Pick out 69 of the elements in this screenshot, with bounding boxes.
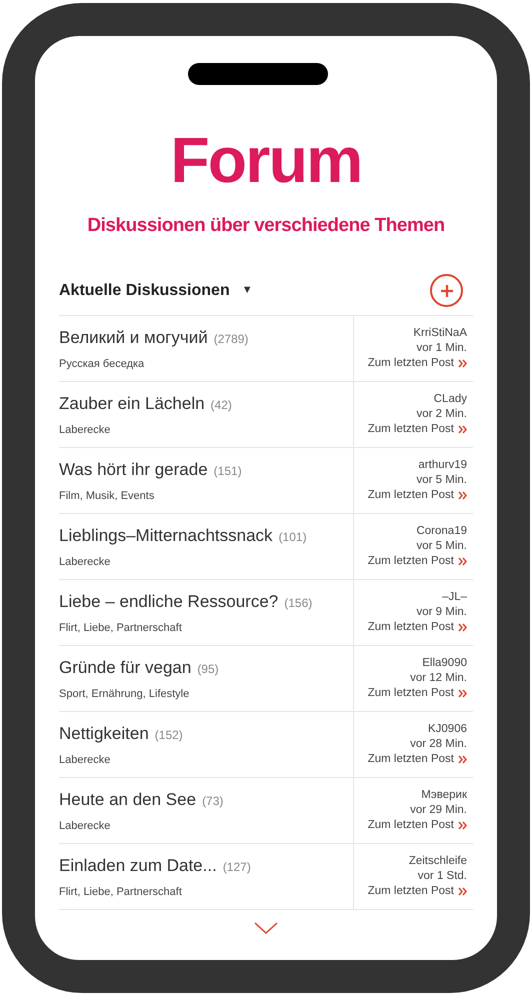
time-ago: vor 28 Min. — [410, 737, 467, 752]
last-post-link[interactable]: Zum letzten Post — [368, 818, 454, 833]
double-chevron-icon — [458, 623, 467, 632]
username: arthurv19 — [418, 458, 467, 473]
post-count: (2789) — [214, 331, 248, 348]
last-post-link[interactable]: Zum letzten Post — [368, 884, 454, 899]
last-post-link[interactable]: Zum letzten Post — [368, 356, 454, 371]
time-ago: vor 29 Min. — [410, 803, 467, 818]
time-ago: vor 5 Min. — [416, 473, 467, 488]
username: –JL– — [442, 590, 467, 605]
username: KrriStiNaA — [413, 326, 467, 341]
discussion-title[interactable]: Lieblings–Mitternachtssnack — [59, 523, 273, 548]
username: CLady — [434, 392, 467, 407]
last-post-link[interactable]: Zum letzten Post — [368, 554, 454, 569]
double-chevron-icon — [458, 887, 467, 896]
dropdown-toggle[interactable]: ▼ — [242, 282, 253, 299]
username: Мэверик — [421, 788, 467, 803]
discussion-title[interactable]: Liebe – endliche Ressource? — [59, 589, 278, 614]
add-icon[interactable] — [430, 274, 463, 307]
category-label: Русская беседка — [59, 356, 146, 372]
post-count: (73) — [202, 793, 224, 810]
double-chevron-icon — [458, 491, 467, 500]
post-count: (156) — [284, 595, 312, 612]
chevron-down-icon[interactable] — [254, 922, 278, 934]
category-label: Flirt, Liebe, Partnerschaft — [59, 884, 183, 900]
time-ago: vor 9 Min. — [416, 605, 467, 620]
category-label: Laberecke — [59, 752, 112, 768]
double-chevron-icon — [458, 755, 467, 764]
category-label: Laberecke — [59, 422, 112, 438]
category-label: Laberecke — [59, 554, 112, 570]
double-chevron-icon — [458, 557, 467, 566]
category-label: Flirt, Liebe, Partnerschaft — [59, 620, 183, 636]
username: Ella9090 — [422, 656, 467, 671]
post-count: (151) — [214, 463, 242, 480]
discussion-title[interactable]: Gründe für vegan — [59, 655, 192, 680]
last-post-link[interactable]: Zum letzten Post — [368, 488, 454, 503]
time-ago: vor 1 Std. — [418, 869, 467, 884]
post-count: (101) — [278, 529, 307, 546]
double-chevron-icon — [458, 359, 467, 368]
time-ago: vor 5 Min. — [416, 539, 467, 554]
discussion-title[interactable]: Heute an den See — [59, 787, 196, 812]
post-count: (152) — [154, 727, 183, 744]
discussion-title[interactable]: Einladen zum Date... — [59, 853, 217, 878]
time-ago: vor 2 Min. — [416, 407, 467, 422]
subtitle: Diskussionen über verschiedene Themen — [87, 214, 445, 238]
time-ago: vor 12 Min. — [410, 671, 467, 686]
discussion-title[interactable]: Was hört ihr gerade — [59, 457, 208, 482]
discussion-title[interactable]: Великий и могучий — [59, 325, 208, 350]
last-post-link[interactable]: Zum letzten Post — [368, 422, 454, 437]
username: Corona19 — [416, 524, 467, 539]
category-label: Film, Musik, Events — [59, 488, 156, 504]
last-post-link[interactable]: Zum letzten Post — [368, 686, 454, 701]
forum-title: Forum — [170, 128, 362, 192]
discussion-title[interactable]: Nettigkeiten — [59, 721, 149, 746]
username: KJ0906 — [428, 722, 467, 737]
last-post-link[interactable]: Zum letzten Post — [368, 752, 454, 767]
category-label: Laberecke — [59, 818, 112, 834]
post-count: (42) — [210, 397, 232, 414]
category-label: Sport, Ernährung, Lifestyle — [59, 686, 190, 702]
double-chevron-icon — [458, 425, 467, 434]
double-chevron-icon — [458, 689, 467, 698]
time-ago: vor 1 Min. — [416, 341, 467, 356]
post-count: (95) — [197, 661, 219, 678]
last-post-link[interactable]: Zum letzten Post — [368, 620, 454, 635]
double-chevron-icon — [458, 821, 467, 830]
username: Zeitschleife — [408, 854, 467, 869]
post-count: (127) — [222, 859, 251, 876]
discussion-title[interactable]: Zauber ein Lächeln — [59, 391, 205, 416]
section-heading: Aktuelle Diskussionen — [59, 280, 230, 300]
